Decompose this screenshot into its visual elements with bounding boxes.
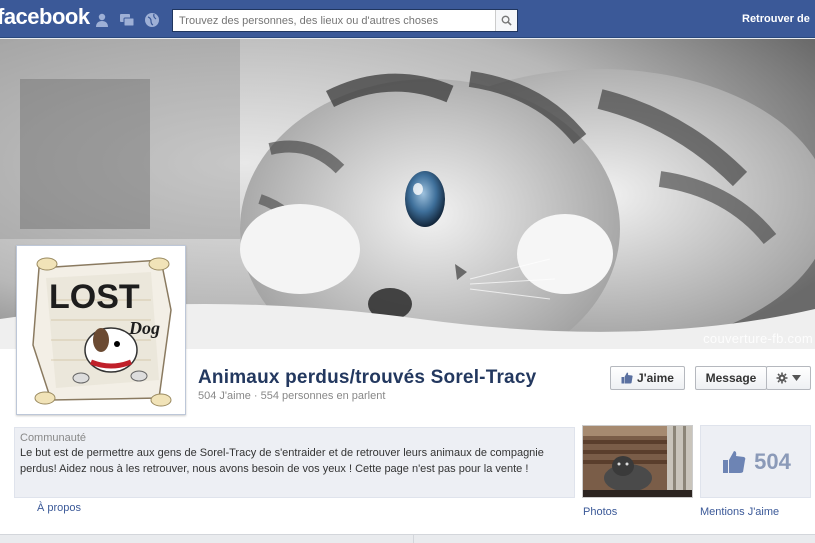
lost-dog-logo-image: LOST Dog xyxy=(32,257,172,407)
message-button-label: Message xyxy=(705,371,757,385)
messages-icon[interactable] xyxy=(119,12,135,28)
photos-app-thumbnail[interactable] xyxy=(582,425,693,498)
search-input[interactable] xyxy=(173,10,493,31)
photos-app-label[interactable]: Photos xyxy=(583,506,617,518)
search-button[interactable] xyxy=(495,10,517,31)
page-stats: 504 J'aime · 554 personnes en parlent xyxy=(198,390,386,402)
thumbs-up-icon xyxy=(621,372,633,384)
cover-watermark: couverture-fb.com xyxy=(703,331,813,346)
friend-requests-icon[interactable] xyxy=(94,12,110,28)
search-icon xyxy=(501,15,512,26)
facebook-logo[interactable]: facebook xyxy=(0,4,90,30)
likes-app-thumbnail[interactable]: 504 xyxy=(700,425,811,498)
find-friends-link[interactable]: Retrouver de xyxy=(742,13,810,25)
thumbs-up-icon xyxy=(723,450,746,473)
notifications-globe-icon[interactable] xyxy=(144,12,160,28)
likes-app-label[interactable]: Mentions J'aime xyxy=(700,506,779,518)
timeline-top-divider xyxy=(0,534,815,543)
message-button[interactable]: Message xyxy=(695,366,767,390)
dog-photo-image xyxy=(583,426,692,497)
timeline-column-divider xyxy=(413,534,414,543)
page-title[interactable]: Animaux perdus/trouvés Sorel-Tracy xyxy=(198,367,536,389)
chevron-down-icon xyxy=(792,375,801,381)
gear-icon xyxy=(776,372,788,384)
like-button-label: J'aime xyxy=(637,371,674,385)
page-options-button[interactable] xyxy=(766,366,811,390)
logo-lost-text: LOST xyxy=(49,278,140,316)
profile-picture[interactable]: LOST Dog xyxy=(16,245,186,415)
about-link[interactable]: À propos xyxy=(37,502,81,514)
top-navigation-bar: facebook Retrouver de xyxy=(0,0,815,38)
page-category[interactable]: Communauté xyxy=(20,432,86,444)
search-bar xyxy=(172,9,518,32)
like-page-button[interactable]: J'aime xyxy=(610,366,685,390)
about-description: Le but est de permettre aux gens de Sore… xyxy=(20,447,544,475)
likes-count: 504 xyxy=(754,448,791,474)
logo-dog-text: Dog xyxy=(128,318,160,338)
